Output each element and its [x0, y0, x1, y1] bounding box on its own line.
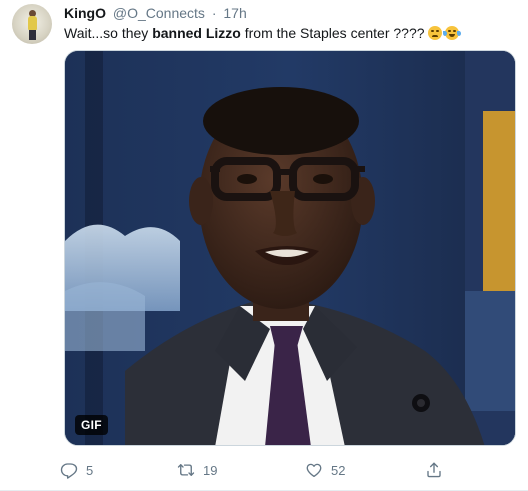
author-name[interactable]: KingO	[64, 5, 106, 21]
retweet-count: 19	[203, 462, 218, 478]
gif-frame-image	[65, 51, 515, 445]
gif-badge: GIF	[75, 415, 108, 435]
share-icon	[427, 462, 441, 478]
reply-icon	[60, 463, 78, 479]
avatar[interactable]	[12, 4, 52, 44]
tears-of-joy-emoji-icon	[442, 26, 461, 40]
header-separator: ·	[211, 5, 217, 21]
pleading-face-emoji-icon	[427, 26, 442, 40]
retweet-button[interactable]: 19	[177, 459, 217, 481]
reply-button[interactable]: 5	[60, 459, 93, 481]
avatar-figure-body	[28, 16, 37, 30]
tweet-text-end: from the Staples center ????	[240, 25, 425, 41]
heart-icon	[306, 463, 322, 478]
tweet-gif-media[interactable]: GIF	[64, 50, 516, 446]
reply-count: 5	[86, 462, 94, 478]
tweet[interactable]: KingO @O_Connects · 17h Wait...so they b…	[0, 0, 528, 491]
tweet-text-bold: banned Lizzo	[152, 25, 241, 41]
tweet-header: KingO @O_Connects · 17h	[64, 4, 247, 22]
tweet-text: Wait...so they banned Lizzo from the Sta…	[64, 23, 461, 43]
author-handle[interactable]: @O_Connects	[113, 5, 205, 21]
avatar-figure-legs	[29, 30, 36, 40]
tweet-timestamp[interactable]: 17h	[223, 5, 246, 21]
tweet-actions: 5 19 52	[60, 459, 480, 481]
like-button[interactable]: 52	[305, 459, 345, 481]
like-count: 52	[331, 462, 346, 478]
tweet-text-start: Wait...so they	[64, 25, 153, 41]
share-button[interactable]	[425, 459, 443, 481]
retweet-icon	[177, 464, 195, 476]
